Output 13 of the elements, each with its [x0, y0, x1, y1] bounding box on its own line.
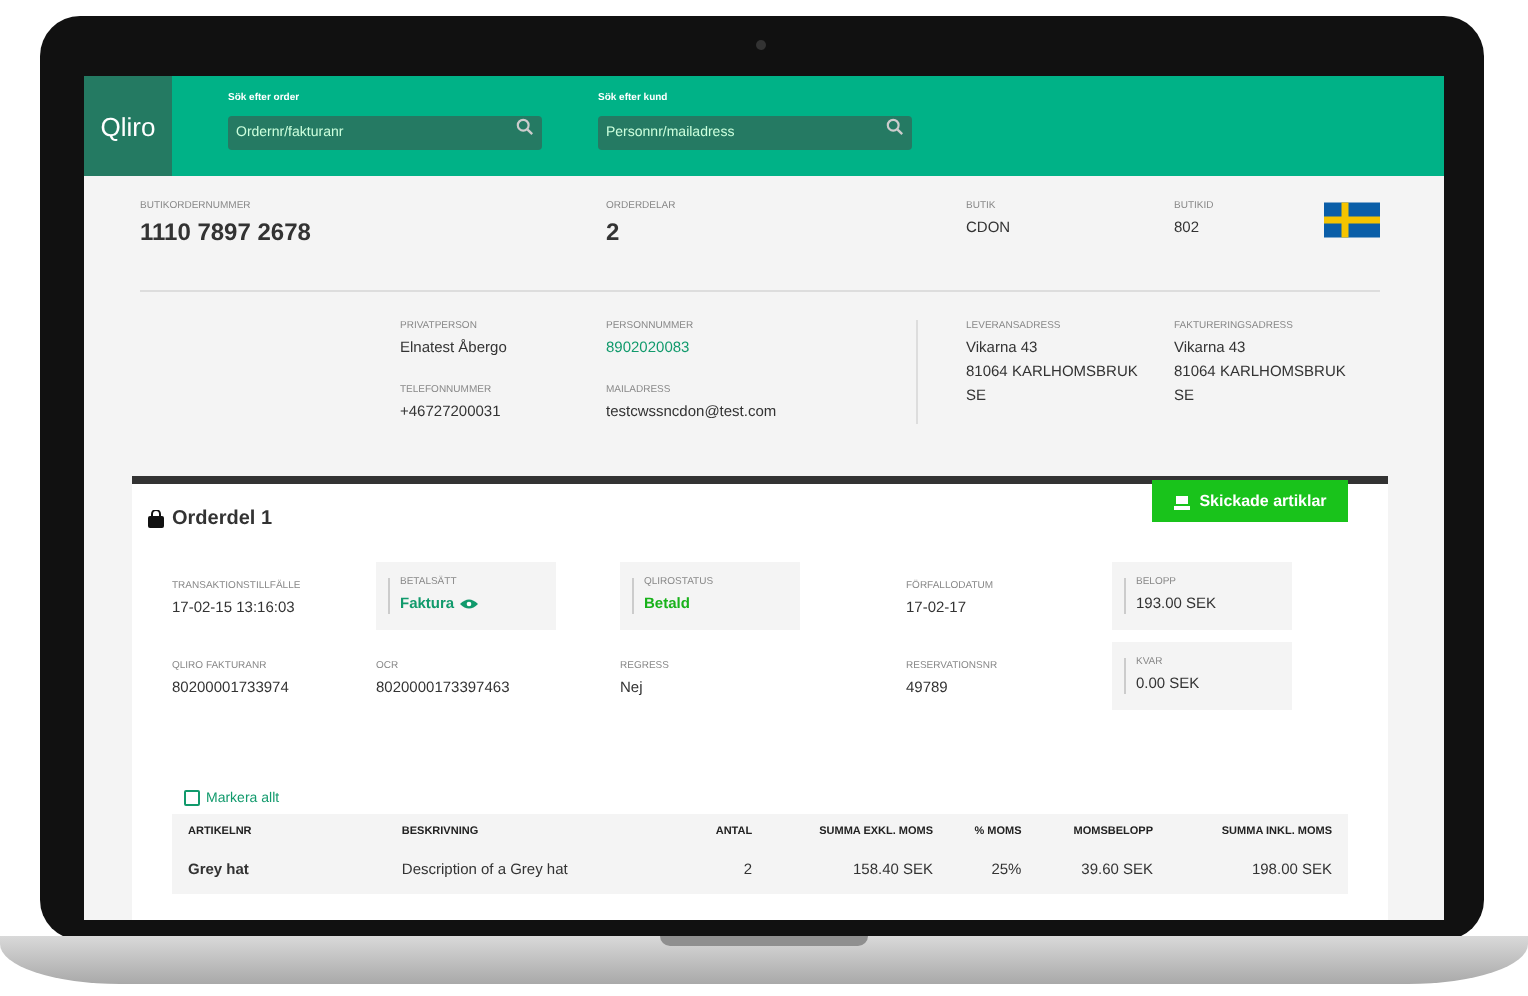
box-icon [1173, 493, 1190, 509]
checkbox[interactable] [184, 790, 200, 806]
card-title: Orderdel 1 [172, 508, 273, 530]
logo: Qliro [84, 76, 172, 176]
flag-icon [1324, 200, 1380, 240]
search-icon[interactable] [516, 118, 534, 136]
camera-icon [756, 40, 766, 50]
field-value: 2 [606, 218, 622, 246]
search-icon[interactable] [886, 118, 904, 136]
field-value: 1110 7897 2678 [140, 218, 313, 246]
bag-icon [148, 510, 164, 528]
eye-icon[interactable] [460, 597, 479, 609]
shipped-items-button[interactable]: Skickade artiklar [1152, 480, 1348, 522]
